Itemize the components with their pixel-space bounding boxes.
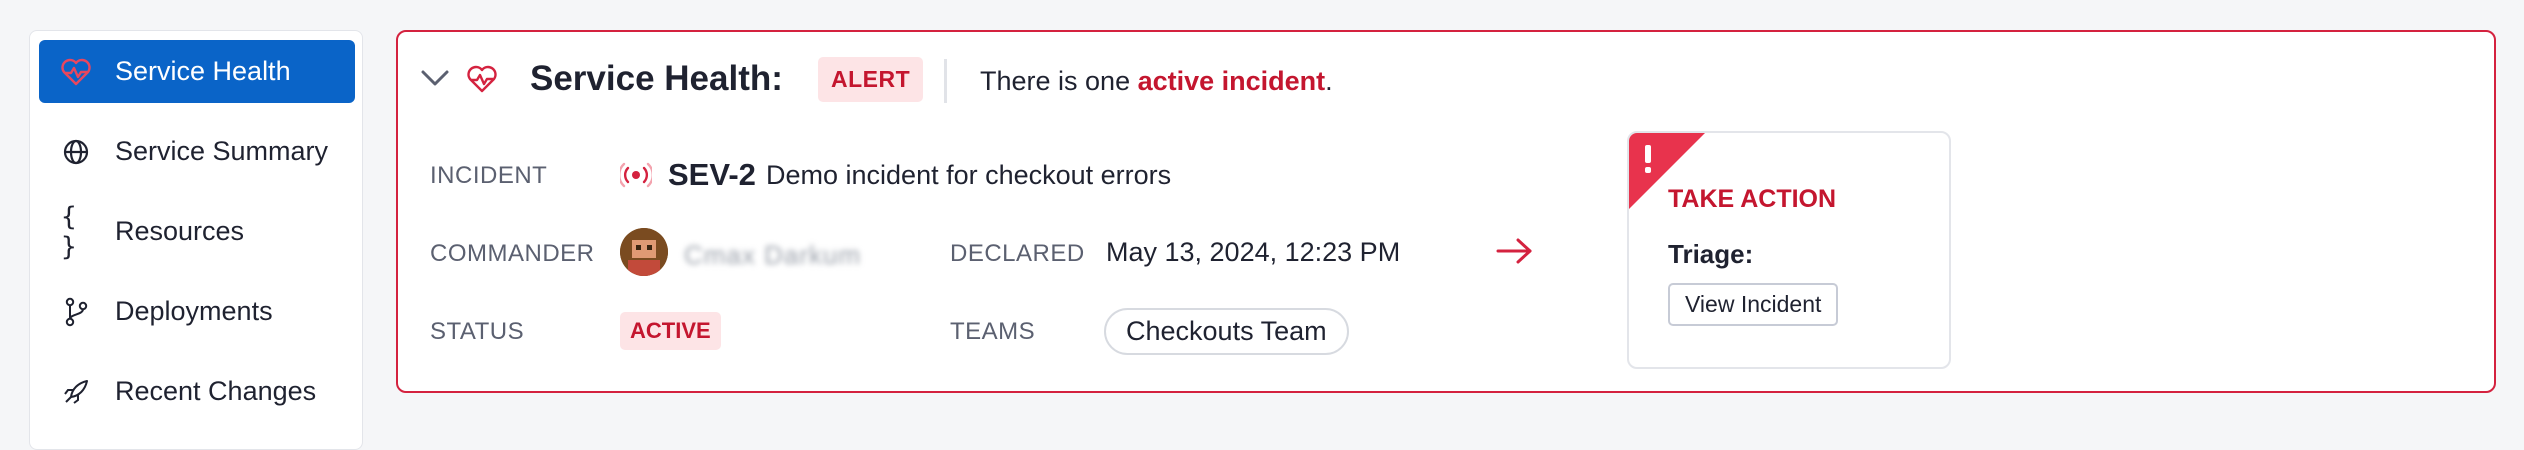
incident-label: INCIDENT [430,162,548,189]
declared-value: May 13, 2024, 12:23 PM [1106,237,1401,267]
commander-label: COMMANDER [430,240,595,267]
commander-name[interactable]: Cmax Darkum [684,240,861,271]
incident-signal-icon [618,159,654,196]
sidebar-item-resources[interactable]: { } Resources [39,200,355,263]
sidebar-item-recent-changes[interactable]: Recent Changes [39,360,355,423]
sidebar-item-deployments[interactable]: Deployments [39,280,355,343]
divider [944,59,947,103]
heartbeat-icon [61,57,91,87]
git-branch-icon [61,297,91,327]
alert-message: There is one active incident. [980,66,1333,97]
teams-label: TEAMS [950,318,1036,345]
severity-label: SEV-2 [668,157,756,192]
arrow-right-icon [1496,236,1534,271]
sidebar-item-label: Recent Changes [115,376,317,406]
sidebar-item-service-health[interactable]: Service Health [39,40,355,103]
alert-message-suffix: . [1325,66,1333,96]
avatar [620,228,668,276]
active-incident-link[interactable]: active incident [1138,66,1326,96]
status-label: STATUS [430,318,525,345]
alert-message-prefix: There is one [980,66,1138,96]
chevron-down-icon[interactable] [420,68,450,93]
alert-badge: ALERT [818,57,924,102]
globe-icon [61,137,91,167]
heartbeat-icon [466,65,498,98]
braces-icon: { } [61,201,77,262]
team-pill[interactable]: Checkouts Team [1104,308,1349,355]
triage-label: Triage: [1668,239,1754,269]
incident-title[interactable]: Demo incident for checkout errors [766,160,1171,191]
rocket-icon [61,377,91,407]
take-action-panel: TAKE ACTION Triage: View Incident [1627,131,1951,369]
sidebar-item-service-summary[interactable]: Service Summary [39,120,355,183]
declared-label: DECLARED [950,240,1085,267]
sidebar-nav: Service Health Service Summary { } Resou… [29,30,363,450]
view-incident-button[interactable]: View Incident [1668,283,1839,326]
status-badge: ACTIVE [620,312,721,350]
sidebar-item-label: Service Summary [115,136,329,166]
sidebar-item-label: Service Health [115,56,291,86]
page-title: Service Health: [530,59,783,98]
sidebar-item-label: Deployments [115,296,273,326]
service-health-alert-card: Service Health: ALERT There is one activ… [396,30,2496,393]
take-action-title: TAKE ACTION [1668,185,1837,213]
sidebar-item-label: Resources [115,216,245,246]
